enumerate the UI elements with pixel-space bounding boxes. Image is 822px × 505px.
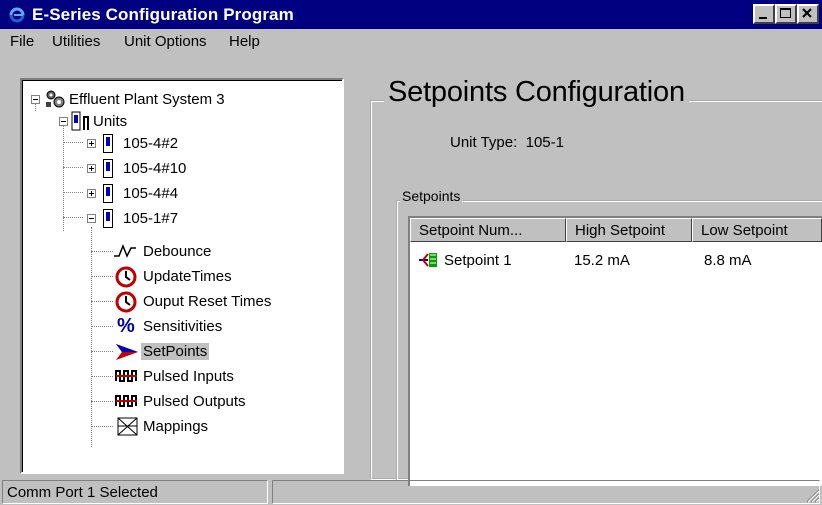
tree-item-label: Sensitivities (143, 318, 223, 335)
debounce-icon (114, 243, 136, 258)
unit-type-label: Unit Type: 105-1 (450, 134, 564, 151)
close-button[interactable] (797, 4, 819, 24)
tree-root-label: Effluent Plant System 3 (69, 91, 225, 108)
low-setpoint-cell: 8.8 mA (704, 252, 752, 269)
tree-root[interactable]: Effluent Plant System 3 (27, 89, 327, 111)
tree-unit-label: 105-1#7 (123, 210, 179, 227)
setpoints-list[interactable]: Setpoint Num... High Setpoint Low Setpoi… (408, 216, 822, 486)
tree-view-frame: Effluent Plant System 3 Units 105-4#2 10… (22, 80, 342, 472)
menu-utilities[interactable]: Utilities (52, 33, 100, 50)
tree-line (63, 121, 64, 231)
tree-item-debounce[interactable]: Debounce (113, 241, 333, 263)
clock-icon (115, 291, 137, 313)
unit-icon (103, 184, 113, 203)
tree-item-mappings[interactable]: Mappings (113, 416, 333, 438)
tree-item-setpoints[interactable]: SetPoints (113, 341, 333, 363)
tree-item-updatetimes[interactable]: UpdateTimes (113, 266, 333, 288)
high-setpoint-cell: 15.2 mA (574, 252, 630, 269)
status-pane-empty (272, 480, 820, 504)
close-icon (802, 8, 812, 18)
menu-file[interactable]: File (10, 33, 34, 50)
tree-item-pulsed-inputs[interactable]: Pulsed Inputs (113, 366, 333, 388)
collapse-icon[interactable] (59, 117, 68, 126)
menu-bar: File Utilities Unit Options Help (0, 29, 822, 55)
unit-type-caption: Unit Type: (450, 134, 518, 151)
app-icon (9, 7, 25, 23)
menu-help[interactable]: Help (229, 33, 260, 50)
expand-icon[interactable] (87, 189, 96, 198)
tree-line (63, 142, 83, 143)
unit-icon (103, 159, 113, 178)
column-header-high-setpoint[interactable]: High Setpoint (566, 218, 692, 242)
clock-icon (115, 266, 137, 288)
title-bar[interactable]: E-Series Configuration Program (0, 0, 822, 29)
tree-line (63, 192, 83, 193)
tree-item-label: Mappings (143, 418, 209, 435)
main-window: E-Series Configuration Program File Util… (0, 0, 822, 505)
tree-unit-item[interactable]: 105-4#4 (81, 183, 281, 205)
pulse-icon (115, 395, 137, 407)
tree-view[interactable]: Effluent Plant System 3 Units 105-4#2 10… (20, 78, 344, 474)
tree-line (91, 251, 113, 252)
collapse-icon[interactable] (31, 95, 40, 104)
collapse-icon[interactable] (87, 214, 96, 223)
list-header: Setpoint Num... High Setpoint Low Setpoi… (410, 218, 822, 242)
tree-unit-label: 105-4#4 (123, 185, 179, 202)
plant-system-icon (46, 90, 65, 108)
unit-icon (103, 209, 113, 228)
setpoint-arrow-icon (116, 344, 138, 360)
tree-unit-label: 105-4#2 (123, 135, 179, 152)
tree-units[interactable]: Units (53, 111, 253, 133)
maximize-button[interactable] (775, 4, 797, 24)
tree-item-label: Ouput Reset Times (143, 293, 272, 310)
tree-line (63, 167, 83, 168)
tree-units-label: Units (93, 113, 128, 130)
unit-icon (103, 134, 113, 153)
minimize-icon (759, 17, 767, 19)
tree-item-label: UpdateTimes (143, 268, 232, 285)
minimize-button[interactable] (753, 4, 775, 24)
setpoint-name-cell: Setpoint 1 (444, 252, 512, 269)
tree-line (91, 227, 92, 447)
tree-item-output-reset-times[interactable]: Ouput Reset Times (113, 291, 342, 313)
tree-line (91, 301, 113, 302)
page-title: Setpoints Configuration (384, 76, 689, 109)
tree-unit-label: 105-4#10 (123, 160, 187, 177)
tree-item-pulsed-outputs[interactable]: Pulsed Outputs (113, 391, 333, 413)
unit-type-value: 105-1 (525, 134, 564, 151)
tree-unit-item[interactable]: 105-4#2 (81, 133, 281, 155)
tree-unit-item[interactable]: 105-4#10 (81, 158, 281, 180)
tree-line (91, 351, 113, 352)
status-text: Comm Port 1 Selected (2, 480, 268, 504)
units-icon (71, 111, 89, 131)
tree-line (91, 376, 113, 377)
tree-item-label: SetPoints (141, 343, 210, 360)
tree-line (91, 401, 113, 402)
pulse-icon (115, 370, 137, 382)
tree-item-label: Pulsed Inputs (143, 368, 234, 385)
tree-line (63, 217, 83, 218)
expand-icon[interactable] (87, 139, 96, 148)
window-title: E-Series Configuration Program (32, 5, 294, 24)
tree-item-sensitivities[interactable]: % Sensitivities (113, 315, 333, 338)
tree-line (91, 326, 113, 327)
setpoints-group-label: Setpoints (400, 188, 463, 204)
column-header-setpoint-num[interactable]: Setpoint Num... (410, 218, 566, 242)
tree-line (91, 276, 113, 277)
tree-line (91, 426, 113, 427)
status-bar: Comm Port 1 Selected (0, 478, 822, 505)
mappings-icon (117, 417, 138, 436)
menu-unit-options[interactable]: Unit Options (124, 33, 207, 50)
expand-icon[interactable] (87, 164, 96, 173)
maximize-icon (780, 8, 791, 18)
config-panel: Setpoints Configuration Unit Type: 105-1… (360, 74, 822, 486)
tree-unit-item[interactable]: 105-1#7 (81, 208, 281, 230)
tree-item-label: Pulsed Outputs (143, 393, 246, 410)
percent-icon: % (117, 315, 135, 337)
setpoint-row-icon (419, 253, 437, 267)
column-header-low-setpoint[interactable]: Low Setpoint (692, 218, 822, 242)
tree-item-label: Debounce (143, 243, 212, 260)
resize-grip-icon[interactable] (804, 487, 820, 503)
